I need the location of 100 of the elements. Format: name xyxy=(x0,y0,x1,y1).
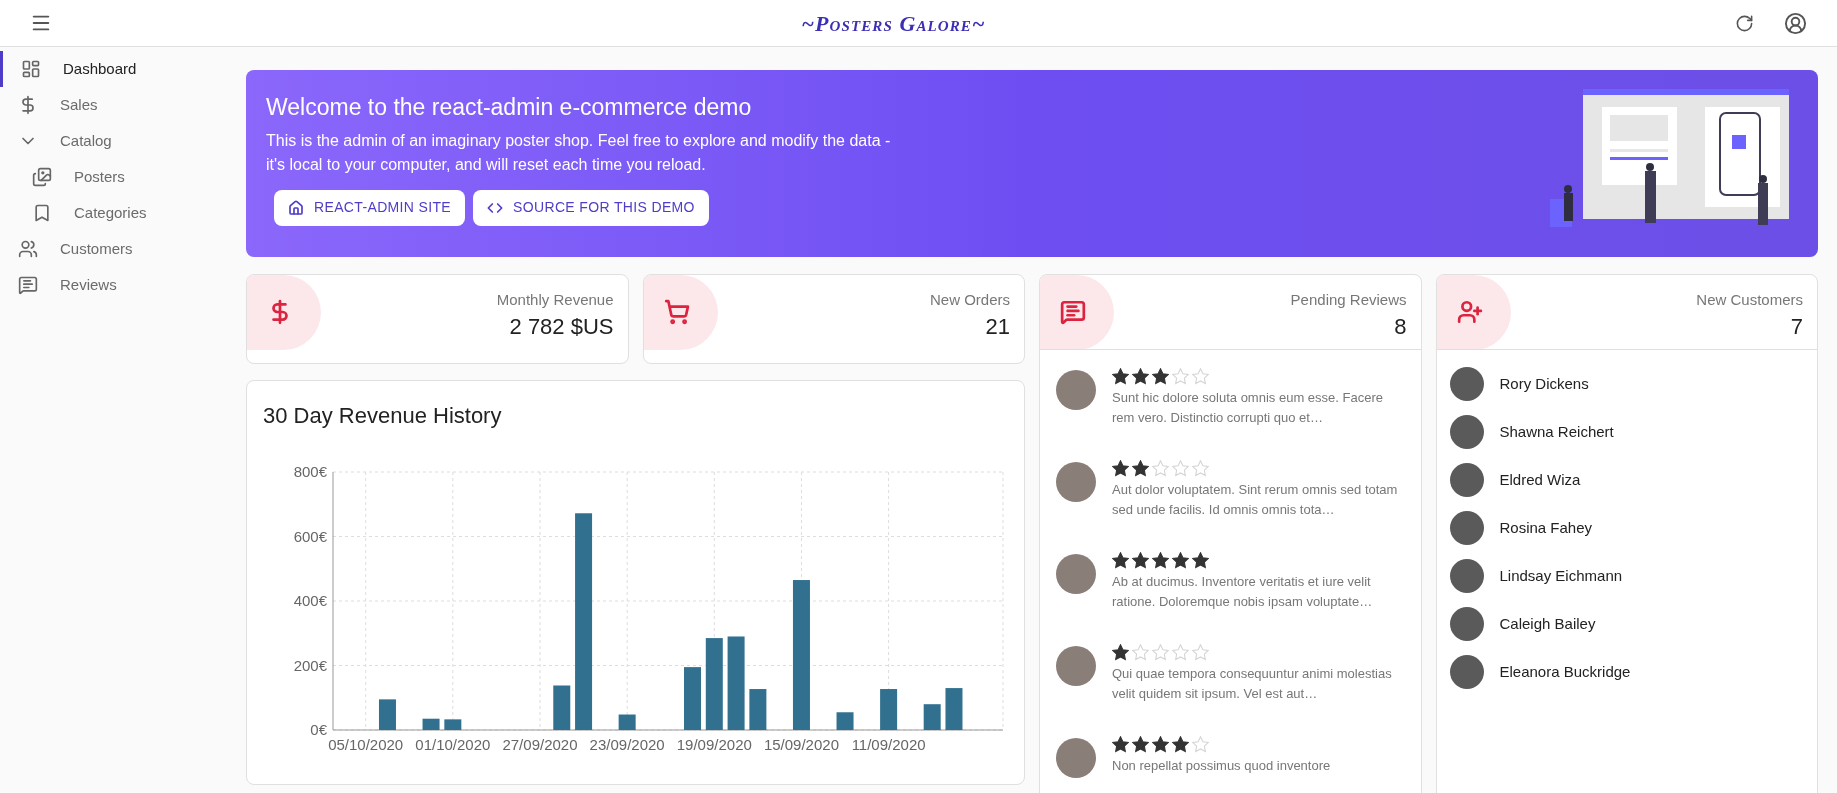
stat-label: Pending Reviews xyxy=(1290,290,1407,310)
review-text: Sunt hic dolore soluta omnis eum esse. Facere rem vero. Distinctio corrupti quo et… xyxy=(1112,389,1384,427)
y-tick-label: 400€ xyxy=(293,592,327,609)
y-tick-label: 600€ xyxy=(293,527,327,545)
stat-value: 7 xyxy=(1790,312,1803,341)
star-icon xyxy=(1192,368,1209,385)
stat-value: 8 xyxy=(1394,312,1407,341)
stat-label: New Customers xyxy=(1696,290,1803,310)
people-icon xyxy=(18,239,38,259)
customer-item[interactable]: Eldred Wiza xyxy=(1436,456,1817,504)
x-tick-label: 05/10/2020 xyxy=(328,736,404,750)
customer-item[interactable]: Shawna Reichert xyxy=(1436,408,1817,456)
revenue-bar xyxy=(444,719,462,730)
home-icon xyxy=(288,199,304,216)
customer-item[interactable]: Rory Dickens xyxy=(1436,360,1817,408)
revenue-bar xyxy=(378,699,396,730)
y-tick-label: 800€ xyxy=(293,463,327,480)
review-text: Non repellat possimus quod inventore xyxy=(1112,757,1331,775)
x-tick-label: 27/09/2020 xyxy=(502,736,578,750)
star-icon xyxy=(1172,736,1189,753)
revenue-bar xyxy=(684,667,701,730)
customer-name: Rosina Fahey xyxy=(1499,517,1593,538)
x-tick-label: 19/09/2020 xyxy=(676,736,752,750)
images-icon xyxy=(32,167,52,187)
customer-name: Shawna Reichert xyxy=(1499,421,1614,442)
card-title: 30 Day Revenue History xyxy=(263,403,502,428)
avatar xyxy=(1449,559,1484,593)
star-icon xyxy=(1112,460,1129,477)
avatar xyxy=(1449,607,1484,641)
revenue-bar xyxy=(749,689,767,730)
comment-icon xyxy=(1060,299,1086,325)
customer-name: Lindsay Eichmann xyxy=(1499,565,1623,586)
review-item[interactable]: Aut dolor voluptatem. Sint rerum omnis sed totam sed unde facilis. Id omnis omnis tota… xyxy=(1040,460,1421,552)
customer-item[interactable]: Eleanora Buckridge xyxy=(1436,648,1817,696)
x-tick-label: 11/09/2020 xyxy=(851,736,926,750)
star-icon xyxy=(1132,736,1149,753)
app-title: ~Posters Galore~ xyxy=(801,9,986,38)
star-icon xyxy=(1152,644,1169,661)
banner-title: Welcome to the react-admin e-commerce demo xyxy=(266,93,753,122)
sidebar-item[interactable]: Customers xyxy=(0,231,246,267)
avatar xyxy=(1056,462,1096,502)
stat-label: Monthly Revenue xyxy=(496,290,614,310)
star-icon xyxy=(1132,368,1149,385)
sidebar-item[interactable]: Reviews xyxy=(0,267,246,303)
customer-name: Caleigh Bailey xyxy=(1499,613,1596,634)
user-icon xyxy=(1784,11,1807,35)
star-icon xyxy=(1132,644,1149,661)
customer-item[interactable]: Caleigh Bailey xyxy=(1436,600,1817,648)
revenue-bar xyxy=(422,718,440,730)
avatar xyxy=(1056,554,1096,594)
star-icon xyxy=(1152,552,1169,569)
sidebar-item[interactable]: Sales xyxy=(0,87,246,123)
banner-link-button[interactable]: SOURCE FOR THIS DEMO xyxy=(473,189,709,226)
star-icon xyxy=(1112,736,1129,753)
x-tick-label: 23/09/2020 xyxy=(589,736,665,750)
avatar xyxy=(1056,646,1096,686)
bookmark-icon xyxy=(32,203,52,223)
comment-icon xyxy=(18,275,38,295)
stat-label: New Orders xyxy=(929,290,1010,310)
star-icon xyxy=(1112,552,1129,569)
sidebar-item[interactable]: Categories xyxy=(0,195,246,231)
sidebar-item[interactable]: Catalog xyxy=(0,123,246,159)
dashboard-icon xyxy=(21,59,41,79)
revenue-bar xyxy=(880,689,898,730)
avatar xyxy=(1056,738,1096,778)
banner-link-button[interactable]: REACT-ADMIN SITE xyxy=(274,189,466,226)
customer-name: Eldred Wiza xyxy=(1499,469,1581,490)
revenue-bar xyxy=(945,688,963,730)
review-item[interactable]: Ab at ducimus. Inventore veritatis et iure velit ratione. Doloremque nobis ipsam voluptate… xyxy=(1040,552,1421,644)
stat-value: 2 782 $US xyxy=(509,312,614,341)
customer-item[interactable]: Rosina Fahey xyxy=(1436,504,1817,552)
banner-text: This is the admin of an imaginary poster shop. Feel free to explore and modify the data - it's local to your computer, and will reset each time you reload. xyxy=(266,130,892,175)
avatar xyxy=(1056,370,1096,410)
cart-icon xyxy=(663,299,690,325)
review-text: Ab at ducimus. Inventore veritatis et iure velit ratione. Doloremque nobis ipsam voluptate… xyxy=(1112,573,1374,611)
star-icon xyxy=(1152,460,1169,477)
avatar xyxy=(1449,511,1484,545)
customer-name: Rory Dickens xyxy=(1499,373,1589,394)
star-icon xyxy=(1132,460,1149,477)
revenue-bar xyxy=(923,704,941,730)
y-tick-label: 200€ xyxy=(293,656,327,674)
avatar xyxy=(1449,463,1484,497)
revenue-bar xyxy=(836,712,854,730)
review-text: Aut dolor voluptatem. Sint rerum omnis sed totam sed unde facilis. Id omnis omnis tota… xyxy=(1112,481,1399,519)
star-icon xyxy=(1172,368,1189,385)
avatar xyxy=(1449,655,1484,689)
avatar xyxy=(1449,415,1484,449)
review-item[interactable]: Non repellat possimus quod inventore xyxy=(1040,736,1421,793)
star-icon xyxy=(1192,736,1209,753)
star-icon xyxy=(1192,552,1209,569)
customer-item[interactable]: Lindsay Eichmann xyxy=(1436,552,1817,600)
sidebar-item[interactable]: Posters xyxy=(0,159,246,195)
x-tick-label: 15/09/2020 xyxy=(763,736,839,750)
review-item[interactable]: Qui quae tempora consequuntur animi molestias velit quidem sit ipsum. Vel est aut… xyxy=(1040,644,1421,736)
refresh-icon xyxy=(1735,13,1754,33)
review-text: Qui quae tempora consequuntur animi molestias velit quidem sit ipsum. Vel est aut… xyxy=(1112,665,1393,703)
star-icon xyxy=(1112,368,1129,385)
star-icon xyxy=(1172,460,1189,477)
review-item[interactable]: Sunt hic dolore soluta omnis eum esse. Facere rem vero. Distinctio corrupti quo et… xyxy=(1040,368,1421,460)
star-icon xyxy=(1172,552,1189,569)
